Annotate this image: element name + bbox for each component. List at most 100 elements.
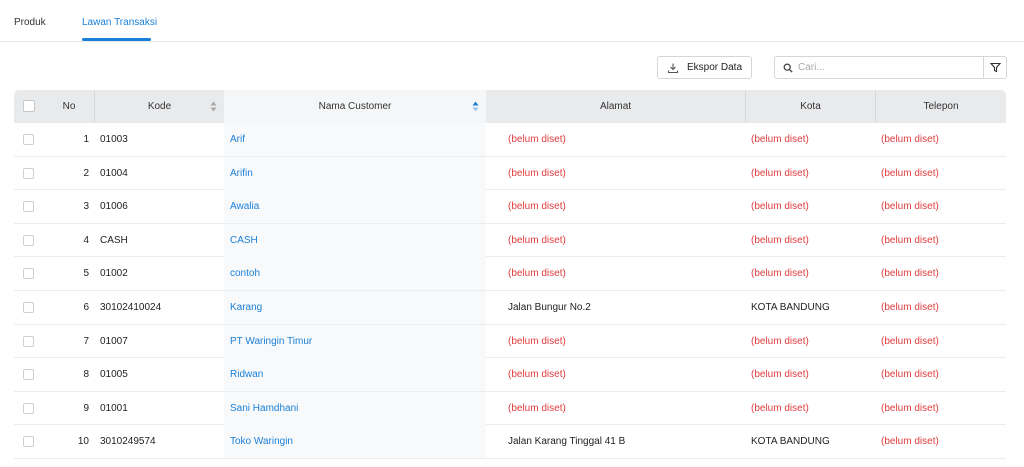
table-row: 2 01004 Arifin (belum diset) (belum dise…	[14, 156, 1006, 191]
cell-kode: 30102410024	[100, 301, 162, 313]
table-row: 10 3010249574 Toko Waringin Jalan Karang…	[14, 425, 1006, 459]
customer-link[interactable]: contoh	[230, 268, 260, 279]
cell-telepon: (belum diset)	[881, 369, 939, 381]
column-header-nama-customer[interactable]: Nama Customer	[224, 90, 486, 123]
cell-kota: (belum diset)	[751, 201, 809, 213]
customer-link[interactable]: Awalia	[230, 201, 259, 212]
customer-link[interactable]: Ridwan	[230, 369, 263, 380]
cell-nama-customer: Sani Hamdhani	[224, 391, 486, 425]
cell-kode: CASH	[100, 234, 128, 246]
row-checkbox[interactable]	[23, 369, 34, 381]
cell-no: 9	[83, 402, 89, 414]
cell-nama-customer: Toko Waringin	[224, 425, 486, 459]
cell-alamat: (belum diset)	[508, 369, 566, 381]
table-header: No Kode Nama Customer Alamat Kota Telepo…	[14, 90, 1006, 123]
select-all-checkbox[interactable]	[23, 100, 35, 112]
cell-no: 6	[83, 301, 89, 313]
row-checkbox[interactable]	[23, 301, 34, 313]
cell-telepon: (belum diset)	[881, 402, 939, 414]
filter-button[interactable]	[983, 56, 1007, 79]
row-checkbox[interactable]	[23, 201, 34, 213]
cell-no: 5	[83, 268, 89, 280]
table-row: 6 30102410024 Karang Jalan Bungur No.2 K…	[14, 290, 1006, 325]
cell-kode: 01002	[100, 268, 128, 280]
active-tab-indicator	[82, 38, 151, 41]
cell-nama-customer: Arif	[224, 123, 486, 156]
cell-no: 8	[83, 369, 89, 381]
cell-telepon: (belum diset)	[881, 167, 939, 179]
tab-produk[interactable]: Produk	[14, 17, 46, 28]
sort-icon[interactable]	[210, 101, 217, 112]
tab-lawan-transaksi[interactable]: Lawan Transaksi	[82, 17, 157, 28]
row-checkbox[interactable]	[23, 234, 34, 246]
cell-no: 3	[83, 201, 89, 213]
search-icon	[783, 63, 793, 73]
cell-kota: (belum diset)	[751, 335, 809, 347]
column-header-kota: Kota	[745, 90, 875, 123]
cell-kota: (belum diset)	[751, 234, 809, 246]
cell-alamat: Jalan Karang Tinggal 41 B	[508, 436, 626, 448]
cell-alamat: (belum diset)	[508, 201, 566, 213]
customer-link[interactable]: Arifin	[230, 168, 253, 179]
cell-telepon: (belum diset)	[881, 301, 939, 313]
cell-kota: (belum diset)	[751, 402, 809, 414]
cell-kode: 01003	[100, 134, 128, 145]
cell-nama-customer: Awalia	[224, 190, 486, 224]
cell-kode: 3010249574	[100, 436, 156, 448]
cell-telepon: (belum diset)	[881, 436, 939, 448]
cell-nama-customer: Arifin	[224, 156, 486, 190]
row-checkbox[interactable]	[23, 436, 34, 448]
cell-no: 10	[77, 436, 89, 448]
cell-nama-customer: PT Waringin Timur	[224, 324, 486, 358]
table-row: 1 01003 Arif (belum diset) (belum diset)…	[14, 123, 1006, 157]
search-input[interactable]	[798, 62, 978, 73]
cell-no: 7	[83, 335, 89, 347]
cell-kota: KOTA BANDUNG	[751, 301, 830, 313]
cell-telepon: (belum diset)	[881, 134, 939, 145]
column-header-no: No	[62, 101, 76, 112]
table-row: 5 01002 contoh (belum diset) (belum dise…	[14, 257, 1006, 291]
cell-kode: 01001	[100, 402, 128, 414]
cell-no: 2	[83, 167, 89, 179]
cell-telepon: (belum diset)	[881, 201, 939, 213]
cell-nama-customer: contoh	[224, 257, 486, 291]
table-row: 3 01006 Awalia (belum diset) (belum dise…	[14, 190, 1006, 224]
row-checkbox[interactable]	[23, 167, 34, 179]
customer-link[interactable]: CASH	[230, 235, 258, 246]
cell-telepon: (belum diset)	[881, 335, 939, 347]
cell-alamat: (belum diset)	[508, 402, 566, 414]
customer-link[interactable]: PT Waringin Timur	[230, 336, 312, 347]
table-row: 8 01005 Ridwan (belum diset) (belum dise…	[14, 358, 1006, 392]
row-checkbox[interactable]	[23, 335, 34, 347]
cell-alamat: (belum diset)	[508, 268, 566, 280]
customer-link[interactable]: Sani Hamdhani	[230, 403, 298, 414]
table-row: 7 01007 PT Waringin Timur (belum diset) …	[14, 324, 1006, 359]
cell-alamat: (belum diset)	[508, 134, 566, 145]
sort-icon[interactable]	[472, 101, 479, 112]
download-icon	[667, 63, 679, 73]
row-checkbox[interactable]	[23, 268, 34, 280]
cell-nama-customer: Ridwan	[224, 358, 486, 392]
cell-kota: (belum diset)	[751, 268, 809, 280]
column-header-kode[interactable]: Kode	[94, 90, 224, 123]
row-checkbox[interactable]	[23, 402, 34, 414]
customer-link[interactable]: Toko Waringin	[230, 436, 293, 447]
cell-telepon: (belum diset)	[881, 268, 939, 280]
customer-table: No Kode Nama Customer Alamat Kota Telepo…	[14, 90, 1006, 459]
cell-alamat: (belum diset)	[508, 234, 566, 246]
cell-kota: KOTA BANDUNG	[751, 436, 830, 448]
export-data-button[interactable]: Ekspor Data	[657, 56, 752, 79]
table-row: 4 CASH CASH (belum diset) (belum diset) …	[14, 223, 1006, 258]
customer-link[interactable]: Karang	[230, 302, 262, 313]
cell-kode: 01007	[100, 335, 128, 347]
cell-kota: (belum diset)	[751, 167, 809, 179]
customer-link[interactable]: Arif	[230, 134, 245, 145]
cell-nama-customer: CASH	[224, 223, 486, 257]
column-header-telepon: Telepon	[875, 90, 1006, 123]
export-data-label: Ekspor Data	[686, 62, 743, 73]
table-row: 9 01001 Sani Hamdhani (belum diset) (bel…	[14, 391, 1006, 426]
column-header-alamat: Alamat	[599, 101, 632, 112]
search-box	[774, 56, 984, 79]
cell-kode: 01006	[100, 201, 128, 213]
row-checkbox[interactable]	[23, 134, 34, 145]
